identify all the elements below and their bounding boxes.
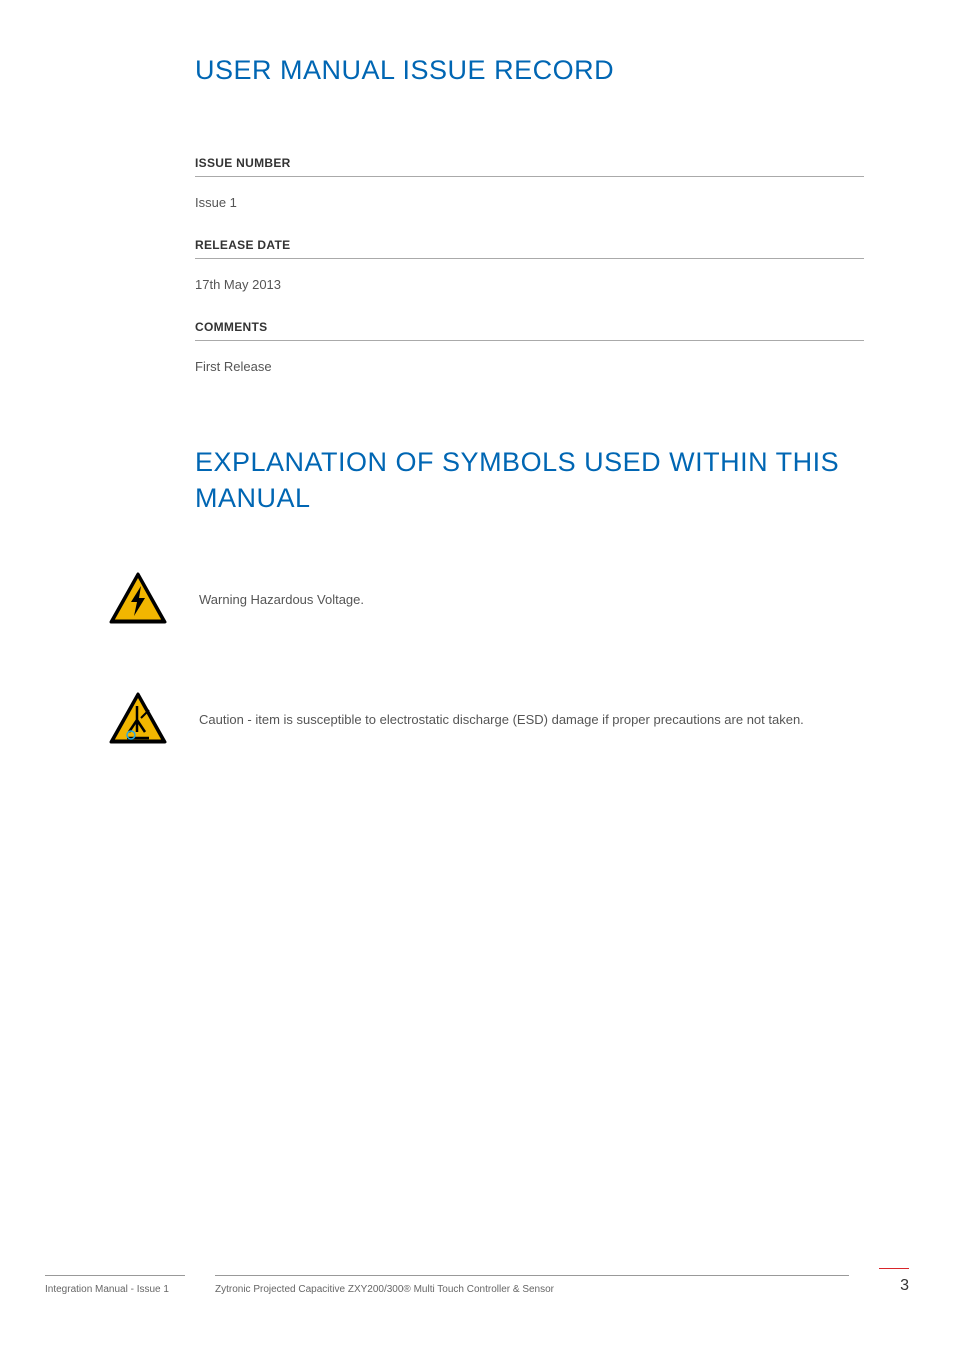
comments-value: First Release <box>195 359 864 374</box>
document-page: USER MANUAL ISSUE RECORD ISSUE NUMBER Is… <box>0 0 954 1350</box>
footer-left: Integration Manual - Issue 1 <box>45 1275 185 1295</box>
heading-symbols-explanation: EXPLANATION OF SYMBOLS USED WITHIN THIS … <box>195 444 864 517</box>
hazardous-voltage-icon <box>107 572 169 627</box>
footer-center: Zytronic Projected Capacitive ZXY200/300… <box>215 1275 849 1295</box>
esd-caution-text: Caution - item is susceptible to electro… <box>199 710 804 730</box>
release-date-value: 17th May 2013 <box>195 277 864 292</box>
footer-page-number: 3 <box>879 1268 909 1295</box>
symbol-row-hazardous-voltage: Warning Hazardous Voltage. <box>107 572 864 627</box>
heading-issue-record: USER MANUAL ISSUE RECORD <box>195 55 864 86</box>
release-date-label: RELEASE DATE <box>195 238 864 259</box>
hazardous-voltage-text: Warning Hazardous Voltage. <box>199 590 364 610</box>
esd-caution-icon <box>107 692 169 747</box>
issue-number-value: Issue 1 <box>195 195 864 210</box>
symbol-row-esd: Caution - item is susceptible to electro… <box>107 692 864 747</box>
issue-number-label: ISSUE NUMBER <box>195 156 864 177</box>
page-footer: Integration Manual - Issue 1 Zytronic Pr… <box>45 1268 909 1295</box>
comments-label: COMMENTS <box>195 320 864 341</box>
